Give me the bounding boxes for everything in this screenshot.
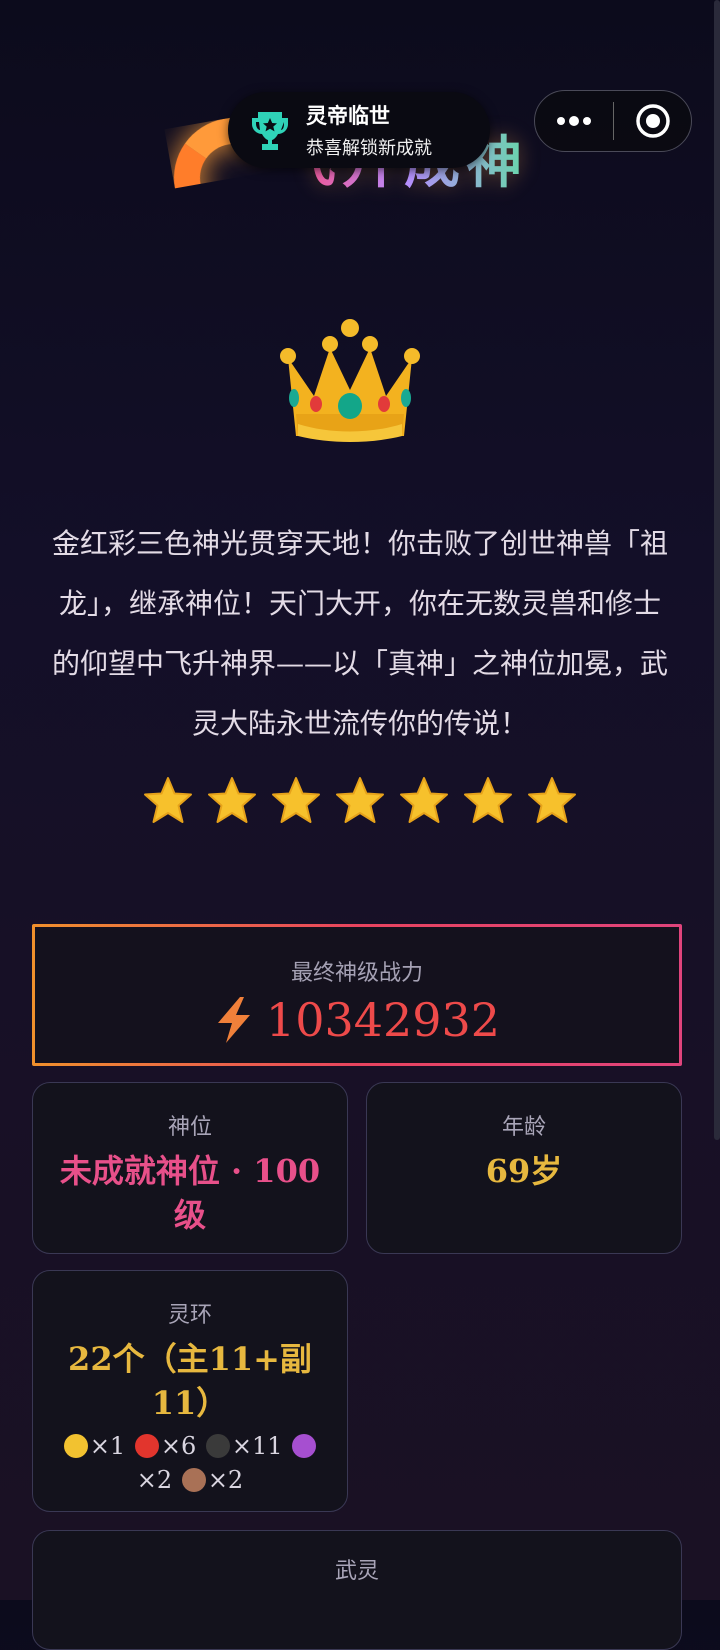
power-label: 最终神级战力 — [290, 960, 423, 985]
ring-count: ×2 — [136, 1466, 173, 1494]
target-close-icon — [635, 104, 670, 138]
star-icon — [208, 777, 256, 823]
close-button[interactable] — [614, 91, 691, 151]
toast-subtitle: 恭喜解锁新成就 — [306, 138, 432, 158]
power-value: 10342932 — [265, 993, 501, 1047]
achievement-toast: 灵帝临世 恭喜解锁新成就 — [228, 92, 490, 168]
star-icon — [144, 777, 192, 823]
ring-count: ×1 — [89, 1432, 126, 1460]
ring-color-dot — [181, 1468, 206, 1492]
god-rank-value: 未成就神位 · 100级 — [59, 1152, 321, 1234]
age-card: 年龄 69岁 — [366, 1082, 682, 1254]
martial-soul-card: 武灵 — [32, 1530, 682, 1650]
rings-label: 灵环 — [167, 1302, 212, 1327]
ring-color-dot — [134, 1434, 159, 1458]
crown-icon — [280, 319, 420, 442]
trophy-icon — [252, 112, 288, 150]
ring-count-item: ×6 — [133, 1432, 196, 1460]
ring-count-item: ×2 — [180, 1466, 243, 1494]
ring-count: ×11 — [231, 1432, 283, 1460]
star-icon — [464, 777, 512, 823]
ring-count-item: ×11 — [204, 1432, 283, 1460]
god-rank-card: 神位 未成就神位 · 100级 — [32, 1082, 348, 1254]
rings-value: 22个（主11+副11） — [68, 1340, 312, 1422]
ring-color-dot — [292, 1434, 317, 1458]
final-power-panel: 最终神级战力 10342932 — [32, 924, 682, 1066]
toast-title: 灵帝临世 — [306, 105, 390, 128]
martial-soul-label: 武灵 — [334, 1558, 379, 1583]
toast-text: 灵帝临世 恭喜解锁新成就 — [306, 100, 432, 160]
page-scrollbar[interactable] — [714, 0, 720, 1140]
ring-color-dot — [63, 1434, 88, 1458]
capsule-menu — [534, 90, 692, 152]
ring-breakdown: ×1 ×6 ×11 ×2 ×2 — [33, 1429, 347, 1497]
lightning-icon — [217, 997, 250, 1043]
ring-count: ×6 — [160, 1432, 197, 1460]
more-dots-icon — [557, 116, 591, 126]
power-value-row: 10342932 — [35, 993, 679, 1047]
star-icon — [400, 777, 448, 823]
star-rating — [0, 776, 720, 826]
ring-color-dot — [205, 1434, 230, 1458]
ascension-story: 金红彩三色神光贯穿天地！你击败了创世神兽「祖龙」，继承神位！天门大开，你在无数灵… — [51, 527, 668, 740]
spirit-rings-card: 灵环 22个（主11+副11） ×1 ×6 ×11 ×2 ×2 — [32, 1270, 348, 1512]
ring-count: ×2 — [207, 1466, 244, 1494]
star-icon — [272, 777, 320, 823]
ring-count-item: ×1 — [62, 1432, 125, 1460]
star-icon — [528, 777, 576, 823]
age-label: 年龄 — [501, 1114, 546, 1139]
god-rank-label: 神位 — [167, 1114, 212, 1139]
more-button[interactable] — [535, 91, 613, 151]
star-icon — [336, 777, 384, 823]
age-value: 69岁 — [485, 1152, 563, 1190]
